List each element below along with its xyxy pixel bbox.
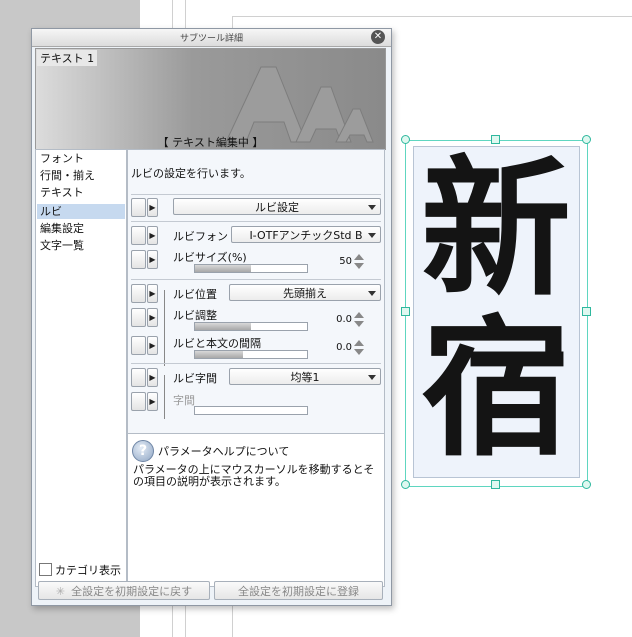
spin-icon[interactable] [354,340,364,356]
divider [131,363,381,364]
reset-icon: ✳ [55,585,66,598]
resize-handle-top-left[interactable] [401,135,410,144]
spin-icon[interactable] [354,254,364,270]
selection-frame [405,140,588,487]
ruby-position-value: 先頭揃え [283,287,327,300]
tool-preview: テキスト 1 【 テキスト編集中 】 [35,48,386,150]
register-all-button[interactable]: 全設定を初期設定に登録 [214,581,383,600]
spin-icon[interactable] [354,312,364,328]
ruby-font-dropdown[interactable]: I-OTFアンチックStd B [231,226,381,243]
eye-icon[interactable] [131,368,146,387]
ruby-adjust-label: ルビ調整 [173,309,217,322]
resize-handle-left[interactable] [401,307,410,316]
resize-handle-right[interactable] [582,307,591,316]
expand-arrow-icon[interactable]: ▶ [147,284,158,303]
category-item-text[interactable]: テキスト [37,185,125,200]
panel-titlebar[interactable]: サブツール詳細 ✕ [32,29,391,47]
dropdown-icon [368,205,376,210]
resize-handle-bottom-left[interactable] [401,480,410,489]
ruby-kerning-dropdown[interactable]: 均等1 [229,368,381,385]
dropdown-icon [368,291,376,296]
ruby-adjust-value[interactable]: 0.0 [330,314,352,325]
ruby-font-value: I-OTFアンチックStd B [249,229,363,242]
ruby-font-label: ルビフォント [173,230,239,243]
reset-all-button[interactable]: ✳ 全設定を初期設定に戻す [38,581,210,600]
category-item-line-spacing[interactable]: 行間・揃え [37,168,125,183]
eye-icon[interactable] [131,308,146,327]
divider [131,279,381,280]
help-body: パラメータの上にマウスカーソルを移動するとその項目の説明が表示されます。 [133,463,375,488]
resize-handle-bottom[interactable] [491,480,500,489]
slider-fill [195,265,251,272]
group-bracket [164,290,165,366]
page-border [232,16,632,17]
register-all-label: 全設定を初期設定に登録 [238,585,359,598]
eye-icon[interactable] [131,198,146,217]
group-bracket [164,375,165,419]
category-item-character-list[interactable]: 文字一覧 [37,238,125,253]
ruby-setting-value: ルビ設定 [255,201,299,214]
ruby-setting-dropdown[interactable]: ルビ設定 [173,198,381,215]
ruby-spacing-slider[interactable] [194,350,308,359]
category-display-label: カテゴリ表示 [55,564,121,577]
eye-icon[interactable] [131,226,146,245]
preview-status: 【 テキスト編集中 】 [157,136,264,149]
ruby-kerning-value: 均等1 [290,371,320,384]
category-display-checkbox[interactable] [39,563,52,576]
eye-icon[interactable] [131,392,146,411]
ruby-adjust-slider[interactable] [194,322,308,331]
resize-handle-bottom-right[interactable] [582,480,591,489]
reset-all-label: 全設定を初期設定に戻す [71,585,193,598]
expand-arrow-icon[interactable]: ▶ [147,250,158,269]
ruby-spacing-value[interactable]: 0.0 [330,342,352,353]
slider-fill [195,351,244,358]
expand-arrow-icon[interactable]: ▶ [147,368,158,387]
category-item-edit-settings[interactable]: 編集設定 [37,221,125,236]
expand-arrow-icon[interactable]: ▶ [147,226,158,245]
divider [131,221,381,222]
dropdown-icon [368,233,376,238]
expand-arrow-icon[interactable]: ▶ [147,198,158,217]
category-item-ruby[interactable]: ルビ [37,204,125,219]
expand-arrow-icon[interactable]: ▶ [147,336,158,355]
category-item-font[interactable]: フォント [37,151,125,166]
parameter-help: ? パラメータヘルプについて パラメータの上にマウスカーソルを移動するとその項目… [127,433,385,587]
sub-tool-detail-panel: サブツール詳細 ✕ テキスト 1 【 テキスト編集中 】 フォント 行間・揃え … [31,28,392,606]
resize-handle-top[interactable] [491,135,500,144]
ruby-position-label: ルビ位置 [173,288,217,301]
divider [131,194,381,195]
preview-art [225,66,374,143]
ruby-size-value[interactable]: 50 [330,256,352,267]
resize-handle-top-right[interactable] [582,135,591,144]
eye-icon[interactable] [131,336,146,355]
help-title: パラメータヘルプについて [158,445,290,458]
ruby-position-dropdown[interactable]: 先頭揃え [229,284,381,301]
dropdown-icon [368,375,376,380]
ruby-spacing-label: ルビと本文の間隔 [173,337,261,350]
eye-icon[interactable] [131,250,146,269]
ruby-kerning-label: ルビ字間 [173,372,217,385]
slider-fill [195,323,251,330]
ruby-size-slider[interactable] [194,264,308,273]
expand-arrow-icon[interactable]: ▶ [147,308,158,327]
settings-area: ルビの設定を行います。 ▶ ルビ設定 ▶ ルビフォント I-OTFアンチックSt… [127,149,385,434]
category-description: ルビの設定を行います。 [131,167,251,180]
ruby-size-label: ルビサイズ(%) [173,251,247,264]
eye-icon[interactable] [131,284,146,303]
panel-title: サブツール詳細 [179,34,243,44]
preview-label: テキスト 1 [37,50,98,66]
kerning-label: 字間 [173,394,195,407]
expand-arrow-icon[interactable]: ▶ [147,392,158,411]
kerning-slider [194,406,308,415]
help-icon: ? [132,440,154,462]
category-list: フォント 行間・揃え テキスト ルビ 編集設定 文字一覧 [35,149,127,587]
close-icon[interactable]: ✕ [371,30,385,44]
